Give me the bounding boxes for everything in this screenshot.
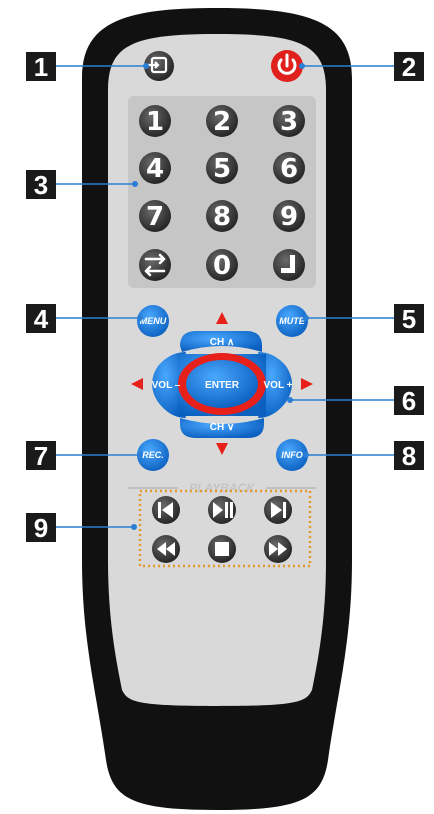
numpad-key-label: 3 (280, 107, 298, 137)
remote-diagram: 1 2 3 4 5 6 7 8 9 0 MENU MUTE REC. INFO … (26, 8, 424, 810)
callout-number: 1 (34, 52, 48, 82)
numpad-key-9[interactable]: 9 (273, 200, 305, 232)
numpad-key-label: 9 (280, 202, 298, 232)
numpad-key-5[interactable]: 5 (206, 152, 238, 184)
rec-label: REC. (142, 450, 164, 460)
next-button[interactable] (264, 496, 292, 524)
enter-label: ENTER (205, 380, 240, 391)
numpad-key-label: 4 (146, 154, 164, 184)
vol-up-label: VOL + (264, 380, 293, 391)
callout-7: 7 (26, 441, 56, 471)
callout-number: 7 (34, 441, 48, 471)
callout-2: 2 (394, 52, 424, 82)
callout-1: 1 (26, 52, 56, 82)
play-pause-button[interactable] (208, 496, 236, 524)
numpad-key-3[interactable]: 3 (273, 105, 305, 137)
info-label: INFO (281, 450, 303, 460)
numpad-key-7[interactable]: 7 (139, 200, 171, 232)
callout-9: 9 (26, 513, 56, 543)
ch-up-label: CH ∧ (210, 337, 235, 348)
numpad-key-4[interactable]: 4 (139, 152, 171, 184)
menu-label: MENU (140, 316, 167, 326)
numpad-key-1[interactable]: 1 (139, 105, 171, 137)
numpad-key-label: 2 (213, 107, 231, 137)
numpad-key-2[interactable]: 2 (206, 105, 238, 137)
numpad-key-6[interactable]: 6 (273, 152, 305, 184)
numpad-key-label: 6 (280, 154, 298, 184)
stop-button[interactable] (208, 535, 236, 563)
ch-down-label: CH ∨ (210, 422, 235, 433)
callout-number: 8 (402, 441, 416, 471)
callout-5: 5 (394, 304, 424, 334)
numpad-key-8[interactable]: 8 (206, 200, 238, 232)
callout-6: 6 (394, 386, 424, 416)
callout-number: 5 (402, 304, 416, 334)
callout-number: 3 (34, 170, 48, 200)
menu-button[interactable]: MENU (137, 305, 169, 337)
previous-button[interactable] (152, 496, 180, 524)
numpad-key-label: 8 (213, 202, 231, 232)
power-button[interactable] (271, 50, 303, 82)
callout-number: 6 (402, 386, 416, 416)
numpad-key-label: 0 (213, 251, 231, 281)
callout-4: 4 (26, 304, 56, 334)
rewind-button[interactable] (152, 535, 180, 563)
stop-icon (215, 542, 229, 556)
mute-label: MUTE (279, 316, 305, 326)
callout-8: 8 (394, 441, 424, 471)
mute-button[interactable]: MUTE (276, 305, 308, 337)
fast-forward-button[interactable] (264, 535, 292, 563)
swap-button[interactable] (139, 249, 171, 281)
playback-label: PLAYBACK (189, 481, 256, 495)
numpad-key-label: 5 (213, 154, 231, 184)
return-button[interactable] (273, 249, 305, 281)
vol-down-label: VOL – (152, 380, 181, 391)
numpad-key-label: 1 (146, 107, 164, 137)
callout-3: 3 (26, 170, 56, 200)
numpad-key-0[interactable]: 0 (206, 249, 238, 281)
callout-number: 9 (34, 513, 48, 543)
callout-number: 4 (34, 304, 49, 334)
numpad-key-label: 7 (146, 202, 164, 232)
callout-number: 2 (402, 52, 416, 82)
